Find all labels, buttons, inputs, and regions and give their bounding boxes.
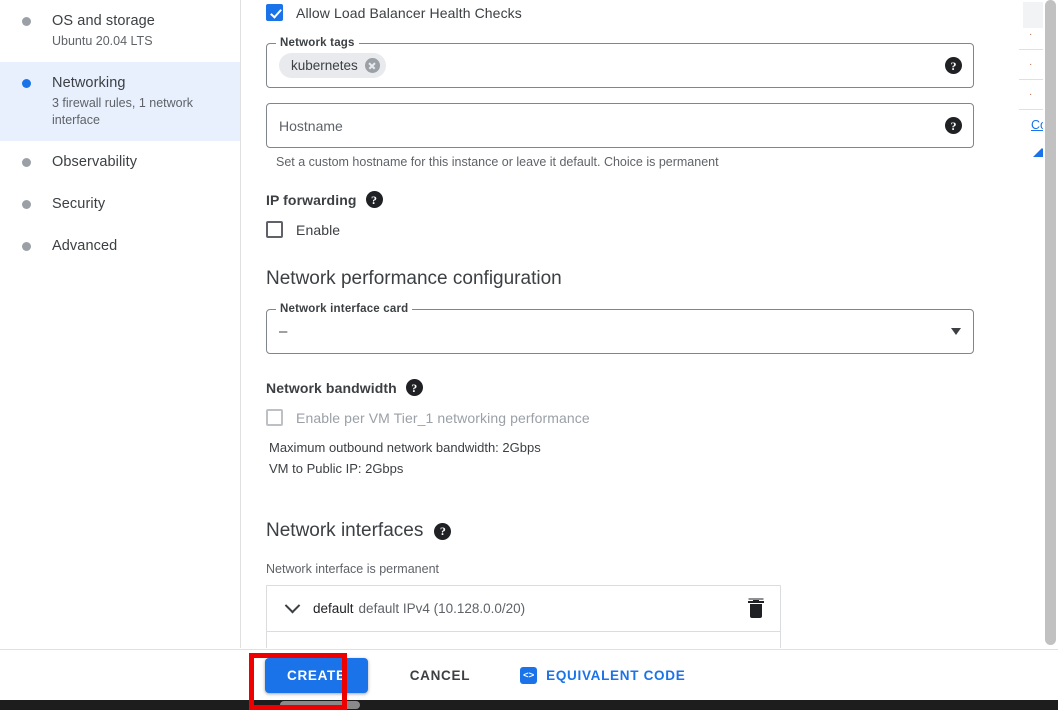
bullet-icon — [21, 200, 31, 209]
help-icon[interactable]: ? — [405, 379, 423, 396]
sidebar-item-title: Security — [52, 196, 106, 212]
horizontal-scrollbar-thumb[interactable] — [280, 701, 360, 709]
network-interface-card-value: – — [279, 323, 288, 340]
bullet-icon-wrap — [0, 237, 52, 251]
sidebar-item-text: Advanced — [52, 237, 224, 255]
bullet-icon — [21, 17, 31, 26]
network-tags-legend: Network tags — [276, 37, 359, 50]
network-interface-card-select[interactable]: Network interface card – — [266, 303, 974, 354]
sidebar-item-title: Networking — [52, 75, 126, 91]
network-interfaces-list: default default IPv4 (10.128.0.0/20) ADD… — [266, 585, 781, 648]
network-tag-chip[interactable]: kubernetes — [279, 53, 386, 78]
network-interface-name: default — [313, 601, 354, 616]
network-interface-description: default IPv4 (10.128.0.0/20) — [358, 601, 526, 616]
hostname-helper-text: Set a custom hostname for this instance … — [276, 155, 719, 169]
tier1-networking-row: Enable per VM Tier_1 networking performa… — [266, 409, 974, 426]
sidebar-item-observability[interactable]: Observability — [0, 141, 240, 183]
add-network-interface-row[interactable]: ADD A NETWORK INTERFACE — [267, 632, 780, 648]
bullet-icon-active — [21, 79, 31, 88]
sidebar-item-title: Observability — [52, 154, 138, 170]
sidebar-item-text: OS and storage Ubuntu 20.04 LTS — [52, 12, 224, 50]
vm-to-public-ip-text: VM to Public IP: 2Gbps — [269, 461, 404, 476]
add-network-interface-label: ADD A NETWORK INTERFACE — [285, 646, 494, 648]
allow-lb-health-checks-label: Allow Load Balancer Health Checks — [296, 4, 522, 21]
tier1-networking-label: Enable per VM Tier_1 networking performa… — [296, 409, 590, 426]
sidebar-item-advanced[interactable]: Advanced — [0, 225, 240, 267]
help-icon[interactable]: ? — [365, 191, 383, 208]
help-icon[interactable]: ? — [945, 57, 962, 74]
help-icon[interactable]: ? — [945, 117, 962, 134]
network-interfaces-heading: Network interfaces — [266, 520, 424, 541]
network-interface-card-legend: Network interface card — [276, 303, 413, 316]
network-interfaces-heading-row: Network interfaces ? — [266, 520, 974, 542]
network-tags-field[interactable]: Network tags kubernetes ? — [266, 37, 974, 88]
create-button[interactable]: CREATE — [265, 657, 368, 693]
sidebar-item-title: Advanced — [52, 238, 118, 254]
bullet-icon-wrap — [0, 74, 52, 88]
bullet-icon — [21, 242, 31, 251]
tier1-networking-checkbox — [266, 409, 283, 426]
network-bandwidth-label: Network bandwidth — [266, 379, 397, 396]
sidebar-item-title: OS and storage — [52, 13, 155, 29]
gcp-create-instance-networking-screen: OS and storage Ubuntu 20.04 LTS Networki… — [0, 0, 1058, 710]
ip-forwarding-enable-label: Enable — [296, 221, 341, 238]
form-action-bar: CREATE CANCEL <> EQUIVALENT CODE — [0, 649, 1058, 700]
equivalent-code-label: EQUIVALENT CODE — [546, 667, 686, 683]
allow-lb-health-checks-checkbox[interactable] — [266, 4, 283, 21]
network-bandwidth-label-row: Network bandwidth ? — [266, 379, 974, 396]
allow-lb-health-checks-row[interactable]: Allow Load Balancer Health Checks — [266, 4, 974, 21]
bullet-icon-wrap — [0, 195, 52, 209]
bullet-icon-wrap — [0, 153, 52, 167]
bottom-bar — [0, 700, 1058, 710]
ip-forwarding-label-row: IP forwarding ? — [266, 191, 974, 208]
sidebar-item-security[interactable]: Security — [0, 183, 240, 225]
vertical-scrollbar-thumb[interactable] — [1045, 0, 1056, 645]
ip-forwarding-enable-row[interactable]: Enable — [266, 221, 974, 238]
sidebar-item-networking[interactable]: Networking 3 firewall rules, 1 network i… — [0, 62, 240, 141]
sidebar-item-subtitle: Ubuntu 20.04 LTS — [52, 34, 153, 48]
max-outbound-bandwidth-text: Maximum outbound network bandwidth: 2Gbp… — [269, 440, 541, 455]
network-interface-permanent-note: Network interface is permanent — [266, 562, 439, 576]
hostname-field[interactable]: Hostname ? — [266, 103, 974, 148]
equivalent-code-button[interactable]: <> EQUIVALENT CODE — [520, 666, 686, 684]
code-icon: <> — [520, 666, 538, 684]
ip-forwarding-label: IP forwarding — [266, 191, 357, 208]
vertical-scrollbar-track[interactable] — [1043, 0, 1058, 648]
sidebar-item-subtitle: 3 firewall rules, 1 network interface — [52, 96, 194, 127]
sidebar-item-text: Observability — [52, 153, 224, 171]
delete-icon[interactable] — [748, 599, 764, 618]
cancel-button[interactable]: CANCEL — [404, 667, 476, 684]
config-step-sidebar: OS and storage Ubuntu 20.04 LTS Networki… — [0, 0, 241, 648]
sidebar-item-text: Networking 3 firewall rules, 1 network i… — [52, 74, 224, 129]
remove-tag-icon[interactable] — [364, 58, 380, 73]
chevron-down-icon[interactable] — [281, 603, 303, 614]
hostname-placeholder: Hostname — [279, 117, 343, 134]
network-performance-heading: Network performance configuration — [266, 268, 562, 289]
bullet-icon-wrap — [0, 12, 52, 26]
network-interface-row[interactable]: default default IPv4 (10.128.0.0/20) — [267, 586, 780, 632]
help-icon[interactable]: ? — [434, 522, 452, 540]
sidebar-item-os-and-storage[interactable]: OS and storage Ubuntu 20.04 LTS — [0, 0, 240, 62]
sidebar-item-text: Security — [52, 195, 224, 213]
networking-form-panel: Allow Load Balancer Health Checks Networ… — [242, 0, 996, 648]
bullet-icon — [21, 158, 31, 167]
ip-forwarding-enable-checkbox[interactable] — [266, 221, 283, 238]
chevron-down-icon[interactable] — [951, 328, 961, 335]
network-tag-chip-label: kubernetes — [291, 58, 358, 73]
